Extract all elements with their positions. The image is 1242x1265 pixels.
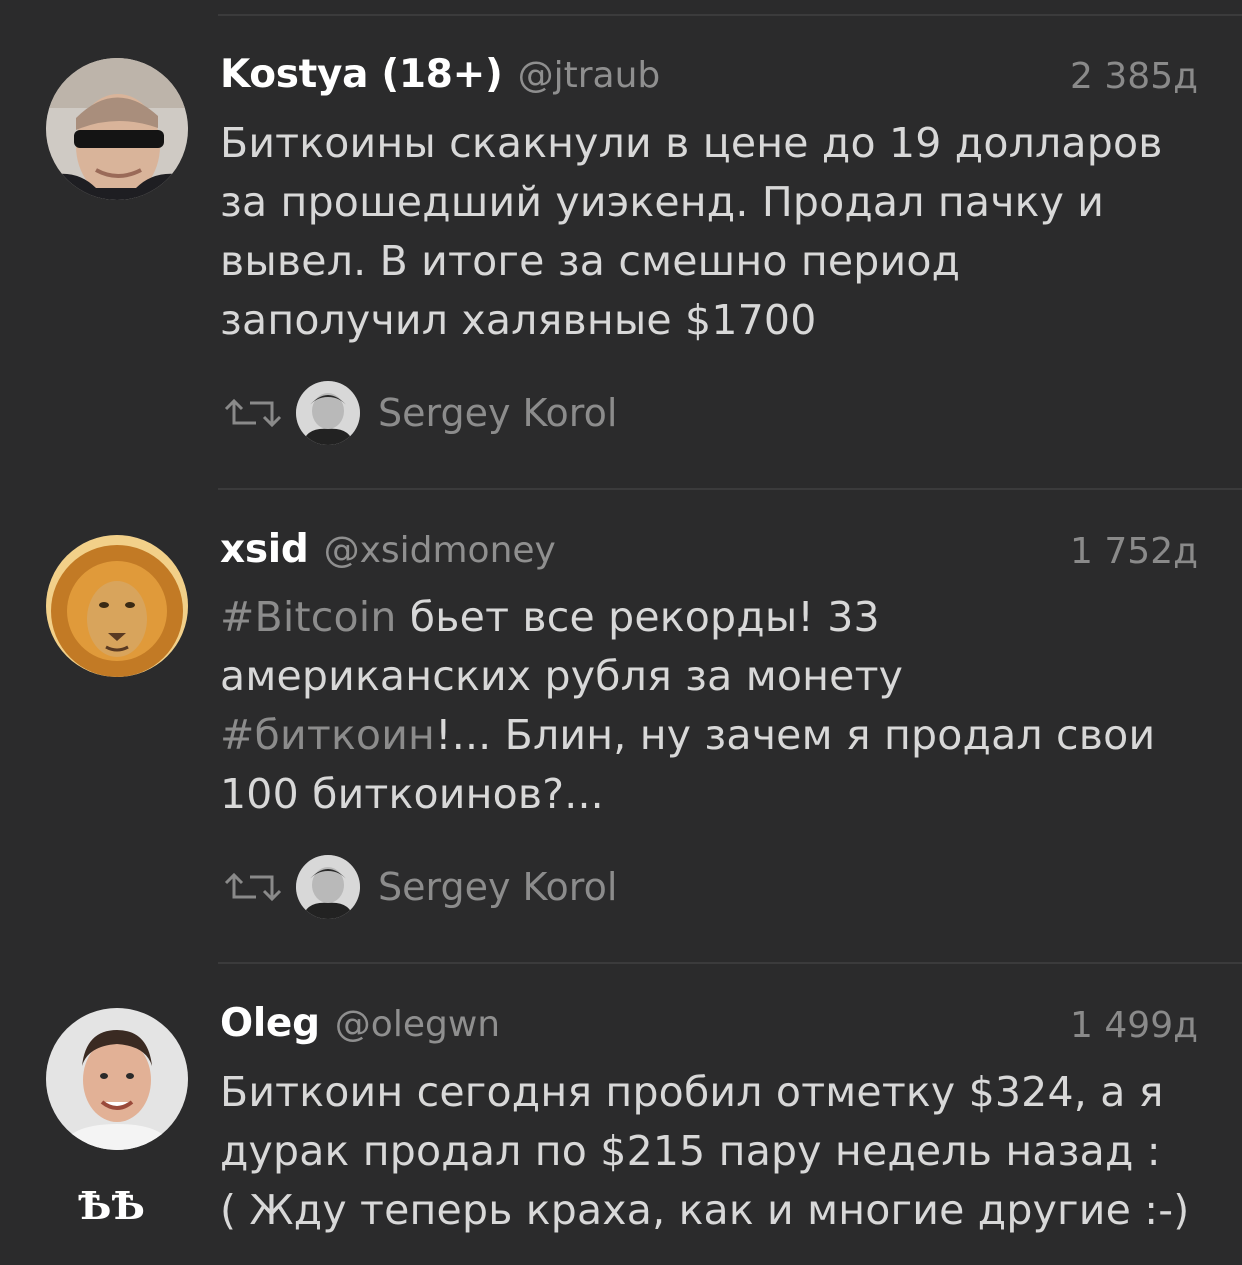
retweet-icon — [224, 872, 282, 902]
tweet-text: Биткоины скакнули в цене до 19 долларов … — [220, 114, 1210, 350]
text-line: дурак продал по $215 пару недель назад : — [220, 1127, 1161, 1175]
divider — [218, 962, 1242, 964]
retweeter-portrait-icon — [296, 381, 360, 445]
text-fragment: !... Блин, ну зачем я продал свои — [435, 711, 1156, 759]
avatar[interactable] — [46, 58, 188, 200]
retweet-info[interactable]: Sergey Korol — [220, 378, 617, 448]
author-name[interactable]: Kostya (18+) — [220, 52, 503, 97]
hashtag-link[interactable]: #Bitcoin — [220, 593, 397, 641]
text-line: #биткоин!... Блин, ну зачем я продал сво… — [220, 706, 1210, 765]
timestamp: 1 752д — [1070, 531, 1198, 572]
text-line: Биткоин сегодня пробил отметку $324, а я — [220, 1068, 1164, 1116]
smiling-man-avatar-icon — [46, 1008, 188, 1150]
sunglasses-portrait-avatar-icon — [46, 58, 188, 200]
tweet-header: Kostya (18+) @jtraub 2 385д — [220, 52, 1198, 108]
retweeter-portrait-icon — [296, 855, 360, 919]
text-line: Биткоины скакнули в цене до 19 долларов — [220, 119, 1163, 167]
text-line: #Bitcoin бьет все рекорды! 33 — [220, 588, 1210, 647]
author-handle[interactable]: @olegwn — [335, 1004, 500, 1045]
text-line: ( Жду теперь краха, как и многие другие … — [220, 1186, 1190, 1234]
text-line: заполучил халявные $1700 — [220, 296, 817, 344]
author-flair: ѢѢ — [78, 1183, 145, 1228]
lion-avatar-icon — [46, 535, 188, 677]
author-handle[interactable]: @jtraub — [518, 55, 661, 96]
hashtag-link[interactable]: #биткоин — [220, 711, 435, 759]
author-name[interactable]: Oleg — [220, 1001, 320, 1046]
text-line: американских рубля за монету — [220, 652, 904, 700]
text-fragment: бьет все рекорды! 33 — [396, 593, 880, 641]
tweet-header: Oleg @olegwn 1 499д — [220, 1001, 1198, 1057]
tweet-text: Биткоин сегодня пробил отметку $324, а я… — [220, 1063, 1210, 1240]
retweeter-name[interactable]: Sergey Korol — [378, 865, 617, 909]
text-line: 100 биткоинов?... — [220, 770, 604, 818]
avatar[interactable] — [46, 535, 188, 677]
retweet-icon — [224, 398, 282, 428]
retweeter-avatar[interactable] — [296, 381, 360, 445]
timestamp: 1 499д — [1070, 1005, 1198, 1046]
author-handle[interactable]: @xsidmoney — [324, 530, 556, 571]
avatar[interactable] — [46, 1008, 188, 1150]
text-line: за прошедший уиэкенд. Продал пачку и — [220, 178, 1105, 226]
timeline: Kostya (18+) @jtraub 2 385д Биткоины ска… — [0, 0, 1242, 1265]
author-name[interactable]: xsid — [220, 527, 309, 572]
retweet-info[interactable]: Sergey Korol — [220, 852, 617, 922]
tweet-header: xsid @xsidmoney 1 752д — [220, 527, 1198, 583]
tweet-text: #Bitcoin бьет все рекорды! 33 американск… — [220, 588, 1210, 824]
text-line: вывел. В итоге за смешно период — [220, 237, 961, 285]
divider — [218, 488, 1242, 490]
divider — [218, 14, 1242, 16]
retweeter-name[interactable]: Sergey Korol — [378, 391, 617, 435]
timestamp: 2 385д — [1070, 56, 1198, 97]
retweeter-avatar[interactable] — [296, 855, 360, 919]
